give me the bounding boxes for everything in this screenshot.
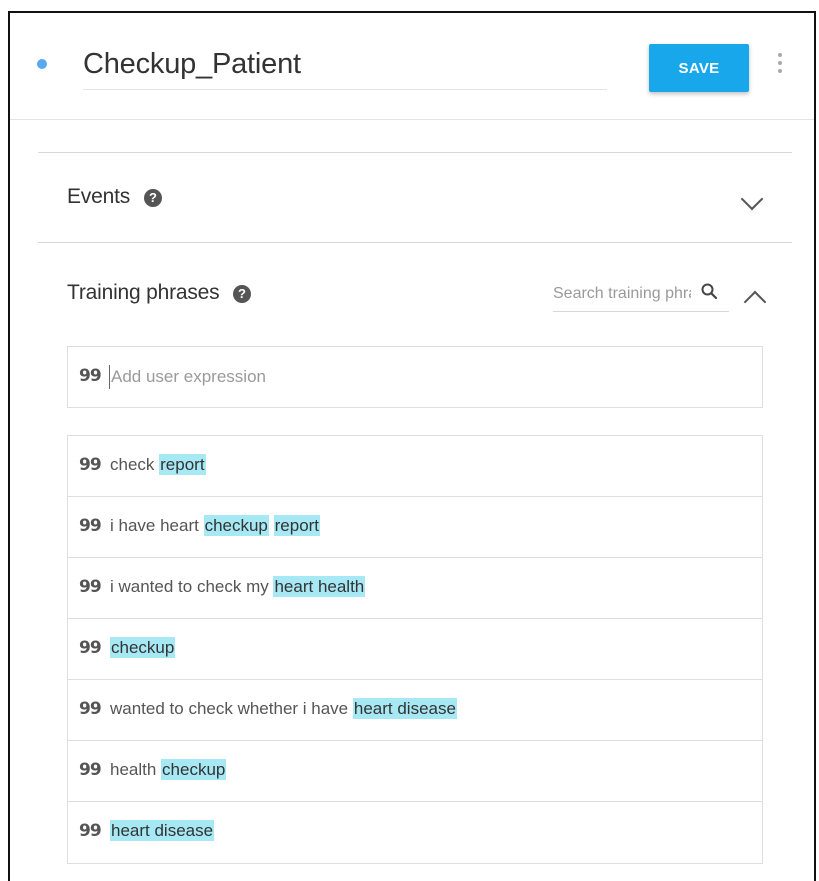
training-phrase-row[interactable]: 99 heart disease — [68, 802, 762, 863]
chevron-up-icon[interactable] — [743, 290, 767, 314]
entity-annotation[interactable]: report — [159, 454, 206, 475]
quote-icon: 99 — [79, 455, 102, 475]
phrase-segment: i wanted to check my — [110, 577, 274, 596]
entity-annotation[interactable]: heart health — [273, 576, 366, 597]
phrase-segment: wanted to check whether i have — [110, 699, 353, 718]
search-training-phrases — [553, 277, 729, 312]
training-phrase-row[interactable]: 99 check report — [68, 436, 762, 497]
divider — [38, 242, 792, 243]
training-phrase-text[interactable]: heart disease — [110, 820, 215, 841]
training-phrase-row[interactable]: 99 health checkup — [68, 741, 762, 802]
training-phrases-title: Training phrases — [67, 281, 220, 304]
entity-annotation[interactable]: heart disease — [110, 820, 215, 841]
training-phrase-list: 99 check report 99 i have heart checkup rep… — [67, 435, 763, 864]
entity-annotation[interactable]: heart disease — [352, 698, 457, 719]
training-phrase-text[interactable]: check report — [110, 454, 206, 475]
training-phrase-text[interactable]: i have heart checkup report — [110, 515, 321, 536]
phrase-segment: check — [110, 455, 160, 474]
entity-annotation[interactable]: checkup — [110, 637, 176, 658]
training-phrase-row[interactable]: 99 wanted to check whether i have heart d… — [68, 680, 762, 741]
quote-icon: 99 — [79, 516, 102, 536]
phrase-segment — [269, 516, 274, 535]
quote-icon: 99 — [79, 638, 102, 658]
entity-annotation[interactable]: checkup — [203, 515, 269, 536]
entity-annotation[interactable]: checkup — [161, 759, 227, 780]
add-expression-box[interactable]: 99 — [67, 346, 763, 408]
quote-icon: 99 — [79, 821, 102, 841]
quote-icon: 99 — [79, 760, 102, 780]
training-phrase-text[interactable]: i wanted to check my heart health — [110, 576, 366, 597]
help-icon[interactable]: ? — [233, 285, 251, 303]
add-user-expression-input[interactable] — [109, 365, 711, 389]
search-icon[interactable] — [701, 283, 717, 299]
quote-icon: 99 — [79, 577, 102, 597]
save-button[interactable]: SAVE — [649, 44, 749, 92]
phrase-segment: i have heart — [110, 516, 204, 535]
quote-icon: 99 — [79, 699, 102, 719]
training-phrase-row[interactable]: 99 checkup — [68, 619, 762, 680]
chevron-down-icon[interactable] — [740, 187, 764, 211]
more-vert-icon[interactable] — [777, 53, 783, 77]
training-phrase-row[interactable]: 99 i have heart checkup report — [68, 497, 762, 558]
training-phrase-text[interactable]: checkup — [110, 637, 176, 658]
intent-name-field[interactable]: Checkup_Patient — [83, 49, 607, 90]
training-phrase-row[interactable]: 99 i wanted to check my heart health — [68, 558, 762, 619]
training-phrase-text[interactable]: health checkup — [110, 759, 227, 780]
intent-header: Checkup_Patient SAVE — [10, 13, 814, 120]
intent-editor: Checkup_Patient SAVE Events ? Training p… — [8, 11, 816, 881]
divider — [38, 152, 792, 153]
help-icon[interactable]: ? — [144, 189, 162, 207]
status-dot-icon — [37, 59, 47, 69]
search-input[interactable] — [553, 281, 691, 307]
training-phrase-text[interactable]: wanted to check whether i have heart dis… — [110, 698, 457, 719]
phrase-segment: health — [110, 760, 162, 779]
entity-annotation[interactable]: report — [273, 515, 321, 536]
intent-title[interactable]: Checkup_Patient — [83, 48, 301, 80]
events-title: Events — [67, 185, 130, 208]
quote-icon: 99 — [79, 366, 102, 386]
